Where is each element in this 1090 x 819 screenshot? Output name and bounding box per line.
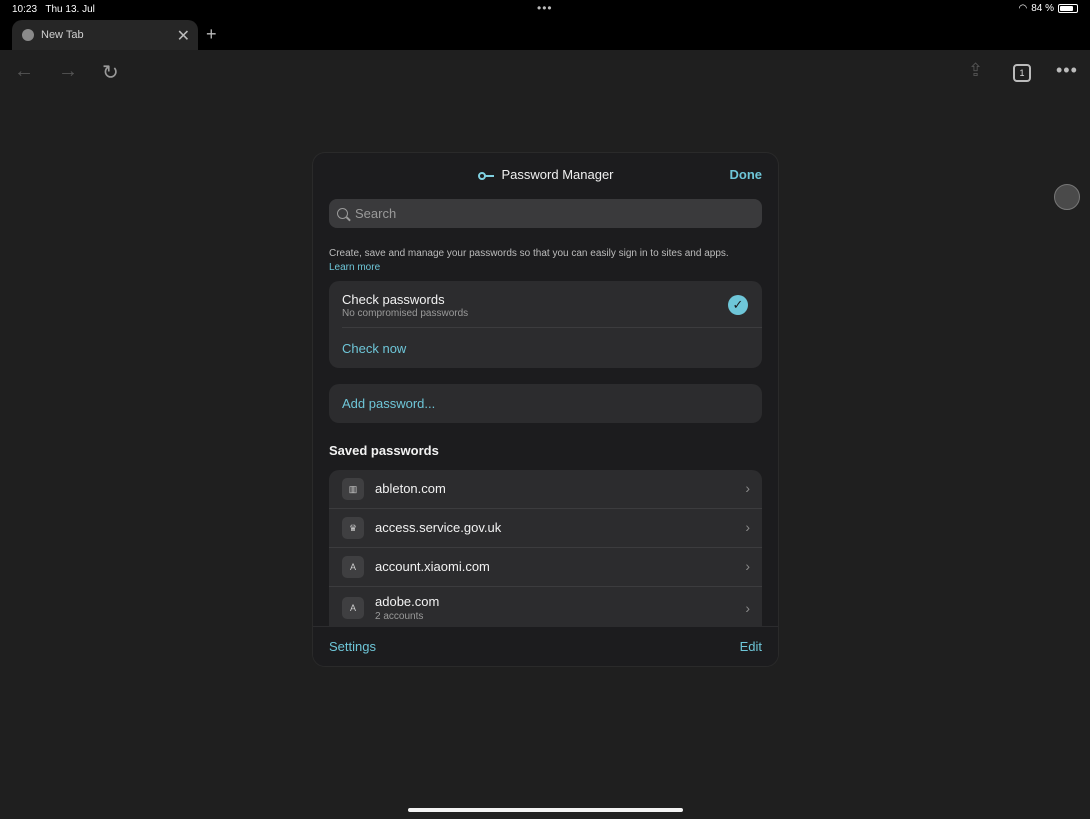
wifi-icon: ◠ [1018, 3, 1028, 14]
close-tab-icon[interactable]: ✕ [177, 26, 190, 46]
saved-passwords-heading: Saved passwords [329, 443, 439, 458]
site-name: account.xiaomi.com [375, 559, 490, 574]
saved-passwords-list: ▥ ableton.com › ♛ access.service.gov.uk … [329, 470, 762, 626]
letter-a-favicon-icon: A [342, 597, 364, 619]
check-now-button[interactable]: Check now [342, 341, 406, 356]
ableton-favicon-icon: ▥ [342, 478, 364, 500]
search-input[interactable]: Search [329, 199, 762, 228]
chevron-right-icon: › [745, 558, 750, 574]
status-bar: 10:23 Thu 13. Jul ••• ◠ 84 % [0, 0, 1090, 20]
description-text: Create, save and manage your passwords s… [329, 247, 769, 275]
tab-strip: New Tab ✕ + [0, 20, 1090, 50]
add-password-label: Add password... [342, 396, 436, 411]
chevron-right-icon: › [745, 600, 750, 616]
back-arrow-icon[interactable]: ← [14, 60, 34, 83]
tab-new-tab[interactable]: New Tab ✕ [12, 20, 198, 50]
battery-percent: 84 % [1031, 3, 1054, 14]
letter-a-favicon-icon: A [342, 556, 364, 578]
check-passwords-row: Check passwords No compromised passwords [342, 292, 468, 319]
add-password-button[interactable]: Add password... [329, 384, 762, 423]
globe-icon [22, 29, 34, 41]
modal-title: Password Manager [313, 167, 778, 182]
status-time: 10:23 Thu 13. Jul [12, 4, 95, 15]
site-name: access.service.gov.uk [375, 520, 502, 535]
password-manager-modal: Password Manager Done Search Create, sav… [313, 153, 778, 666]
settings-button[interactable]: Settings [329, 639, 376, 654]
modal-footer: Settings Edit [313, 626, 778, 666]
check-passwords-title: Check passwords [342, 292, 445, 307]
tab-count-button[interactable]: 1 [1013, 64, 1031, 82]
govuk-crown-favicon-icon: ♛ [342, 517, 364, 539]
battery-icon [1058, 4, 1078, 13]
chevron-right-icon: › [745, 480, 750, 496]
list-item[interactable]: ▥ ableton.com › [329, 470, 762, 509]
tab-title: New Tab [41, 29, 84, 41]
key-icon [477, 171, 494, 180]
site-account-count: 2 accounts [375, 611, 424, 622]
search-icon [337, 208, 348, 219]
site-name: ableton.com [375, 481, 446, 496]
learn-more-link[interactable]: Learn more [329, 261, 769, 275]
chevron-right-icon: › [745, 519, 750, 535]
share-icon[interactable]: ⇪ [968, 60, 983, 81]
status-right: ◠ 84 % [1018, 3, 1078, 14]
search-placeholder: Search [355, 206, 397, 221]
checkmark-badge-icon: ✓ [728, 295, 748, 315]
multitask-dots-icon[interactable]: ••• [537, 1, 553, 15]
modal-header: Password Manager Done [313, 153, 778, 197]
list-item[interactable]: ♛ access.service.gov.uk › [329, 509, 762, 548]
more-menu-icon[interactable]: ••• [1056, 60, 1078, 81]
home-indicator[interactable] [408, 808, 683, 812]
profile-avatar[interactable] [1054, 184, 1080, 210]
forward-arrow-icon[interactable]: → [58, 60, 78, 83]
done-button[interactable]: Done [730, 167, 763, 182]
site-name: adobe.com [375, 594, 440, 609]
check-passwords-card: Check passwords No compromised passwords… [329, 281, 762, 368]
divider [342, 327, 762, 328]
list-item[interactable]: A adobe.com 2 accounts › [329, 587, 762, 626]
new-tab-plus-icon[interactable]: + [206, 24, 217, 45]
check-passwords-subtitle: No compromised passwords [342, 308, 469, 319]
browser-toolbar: ← → ↻ ⇪ 1 ••• [0, 50, 1090, 96]
edit-button[interactable]: Edit [740, 639, 762, 654]
list-item[interactable]: A account.xiaomi.com › [329, 548, 762, 587]
reload-icon[interactable]: ↻ [102, 60, 119, 85]
